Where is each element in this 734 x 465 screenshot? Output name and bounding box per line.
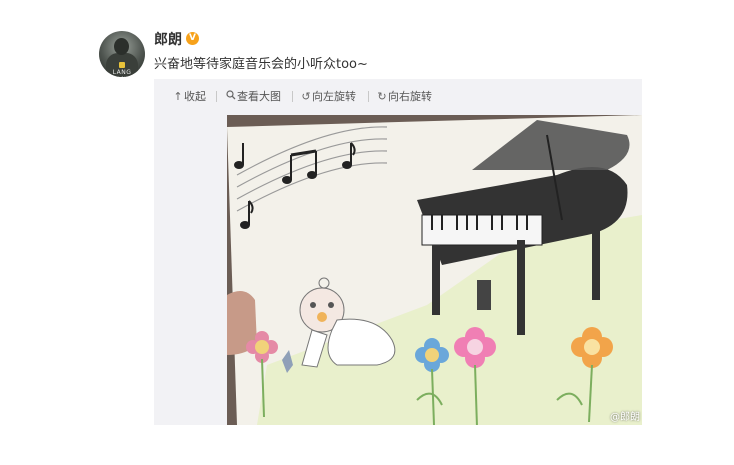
rotate-right-button[interactable]: ↻向右旋转 [377, 88, 432, 104]
media-container: ↑收起 查看大图 ↺向左旋转 ↻向右旋转 @郎朗 [154, 79, 642, 425]
toolbar-divider [216, 91, 217, 102]
rotate-right-icon: ↻ [377, 90, 387, 103]
rotate-left-button[interactable]: ↺向左旋转 [301, 88, 356, 104]
child-drawing-image [227, 115, 642, 425]
verified-badge-icon[interactable]: V [186, 32, 199, 45]
post-image[interactable]: @郎朗 [227, 115, 642, 425]
toolbar-divider [292, 91, 293, 102]
collapse-label: 收起 [184, 90, 206, 103]
avatar-figure-head [114, 38, 129, 55]
rotate-left-label: 向左旋转 [312, 90, 356, 103]
image-toolbar: ↑收起 查看大图 ↺向左旋转 ↻向右旋转 [154, 79, 642, 113]
collapse-button[interactable]: ↑收起 [173, 88, 206, 104]
view-large-button[interactable]: 查看大图 [226, 88, 281, 104]
view-large-label: 查看大图 [237, 90, 281, 103]
arrow-up-icon: ↑ [173, 90, 183, 103]
avatar-mark [119, 62, 125, 68]
image-watermark: @郎朗 [610, 412, 640, 423]
post-text: 兴奋地等待家庭音乐会的小听众too~ [154, 57, 368, 72]
rotate-right-label: 向右旋转 [388, 90, 432, 103]
magnifier-icon [226, 90, 236, 103]
rotate-left-icon: ↺ [301, 90, 311, 103]
avatar-caption: LANG LANG [112, 69, 132, 77]
user-avatar[interactable]: LANG LANG [99, 31, 145, 77]
username-link[interactable]: 郎朗 [154, 29, 182, 49]
toolbar-divider [368, 91, 369, 102]
